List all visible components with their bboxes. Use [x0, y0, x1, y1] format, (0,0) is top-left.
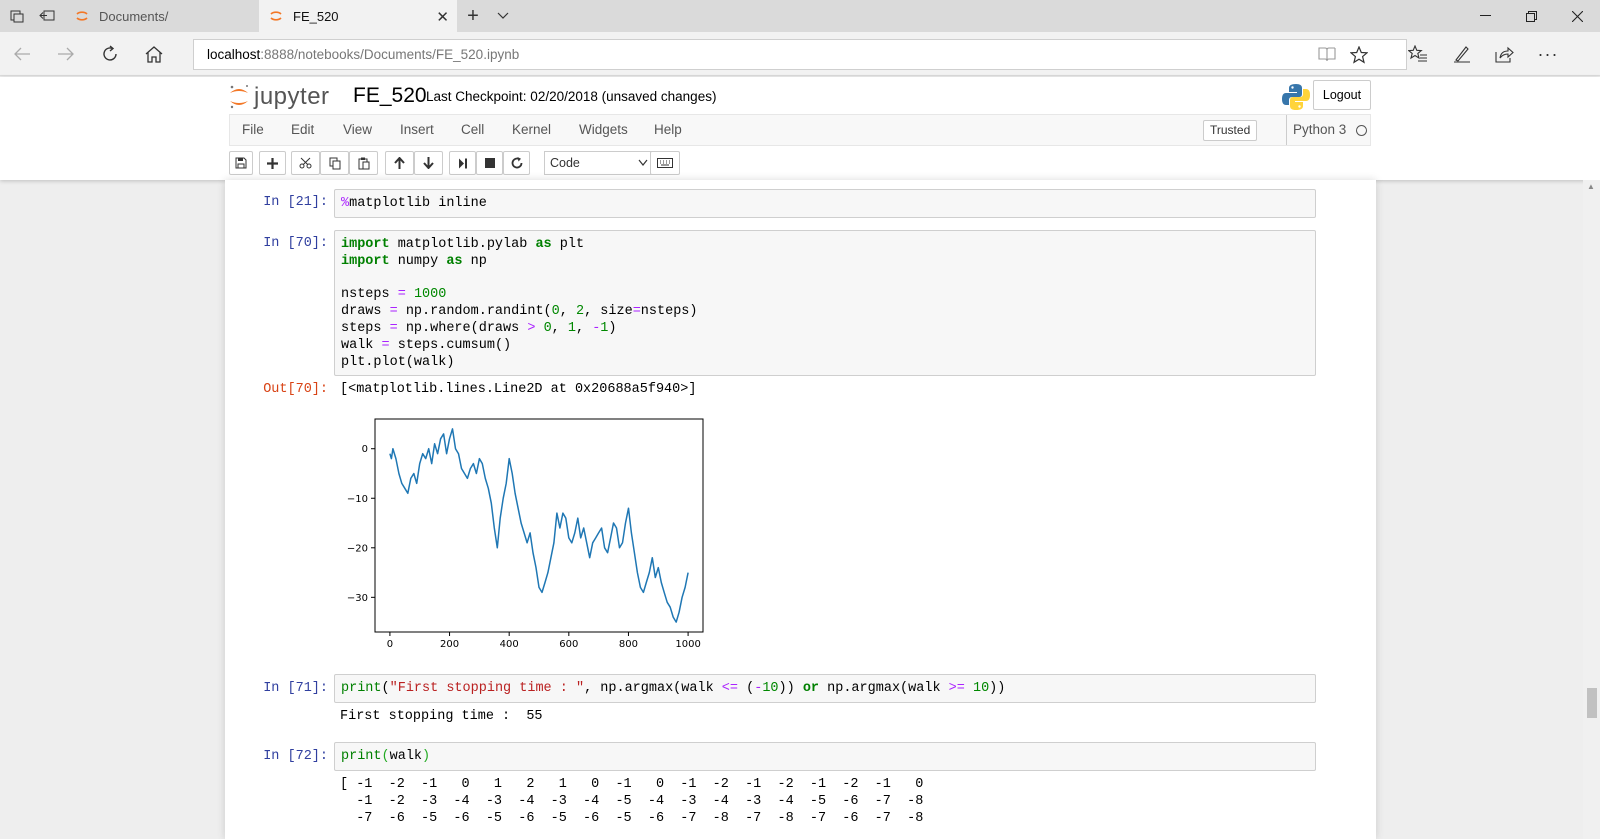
input-prompt: In [21]:: [263, 195, 328, 210]
home-icon[interactable]: [132, 32, 176, 76]
x-tick-label: 200: [440, 639, 459, 650]
tab-list-icon[interactable]: [2, 0, 32, 32]
back-icon[interactable]: [0, 32, 44, 76]
menu-view[interactable]: View: [343, 115, 372, 145]
x-tick-label: 800: [619, 639, 638, 650]
code-cell-input[interactable]: print(walk): [334, 742, 1316, 771]
python-logo-icon: [1282, 84, 1310, 110]
url-host: localhost: [207, 47, 261, 62]
menu-widgets[interactable]: Widgets: [579, 115, 628, 145]
tab-fe520[interactable]: FE_520 ✕: [259, 0, 457, 32]
code-cell-input[interactable]: %matplotlib inline: [334, 189, 1316, 218]
chevron-down-icon: [638, 152, 648, 183]
trusted-indicator[interactable]: Trusted: [1203, 120, 1258, 141]
pen-icon[interactable]: [1440, 32, 1484, 76]
menu-insert[interactable]: Insert: [400, 115, 434, 145]
input-prompt: In [72]:: [263, 749, 328, 764]
menu-cell[interactable]: Cell: [461, 115, 484, 145]
close-tab-icon[interactable]: ✕: [436, 8, 449, 26]
x-tick-label: 600: [559, 639, 578, 650]
random-walk-plot: 0 200 400 600 800 1000 0 −10 −20 −30: [340, 406, 720, 656]
restart-icon[interactable]: [503, 151, 530, 175]
code-block: import matplotlib.pylab as plt import nu…: [341, 237, 698, 370]
tab-title: Documents/: [99, 8, 169, 24]
browser-nav-bar: localhost:8888/notebooks/Documents/FE_52…: [0, 32, 1600, 76]
share-icon[interactable]: [1482, 32, 1526, 76]
page-scrollbar[interactable]: ▲: [1583, 180, 1600, 839]
close-window-icon[interactable]: [1554, 0, 1600, 32]
menu-file[interactable]: File: [242, 115, 264, 145]
x-tick-label: 1000: [675, 639, 700, 650]
kernel-status-icon: [1356, 125, 1367, 136]
menu-edit[interactable]: Edit: [291, 115, 314, 145]
scrollbar-thumb[interactable]: [1587, 688, 1597, 718]
menu-kernel[interactable]: Kernel: [512, 115, 551, 145]
stop-icon[interactable]: [476, 151, 503, 175]
array-output-line: -1 -2 -3 -4 -3 -4 -3 -4 -5 -4 -3 -4 -3 -…: [340, 794, 924, 809]
scroll-up-icon[interactable]: ▲: [1587, 182, 1595, 191]
minimize-icon[interactable]: [1462, 0, 1508, 32]
jupyter-logo[interactable]: jupyter: [228, 82, 330, 112]
input-prompt: In [71]:: [263, 681, 328, 696]
paste-icon[interactable]: [349, 151, 378, 175]
jupyter-logo-icon: [230, 85, 248, 109]
tab-dropdown-icon[interactable]: [488, 0, 518, 32]
back-tabs-icon[interactable]: [32, 0, 62, 32]
kernel-name: Python 3: [1286, 115, 1346, 145]
cut-icon[interactable]: [291, 151, 320, 175]
move-up-icon[interactable]: [385, 151, 414, 175]
code-line: %matplotlib inline: [341, 196, 487, 211]
forward-icon[interactable]: [44, 32, 88, 76]
notebook-name[interactable]: FE_520: [353, 84, 427, 108]
y-tick-label: −20: [347, 543, 368, 554]
copy-icon[interactable]: [320, 151, 349, 175]
tab-documents[interactable]: Documents/: [65, 0, 258, 32]
input-prompt: In [70]:: [263, 236, 328, 251]
address-bar[interactable]: localhost:8888/notebooks/Documents/FE_52…: [193, 39, 1407, 70]
run-icon[interactable]: [449, 151, 476, 175]
jupyter-tab-icon: [270, 11, 282, 21]
y-tick-label: 0: [362, 444, 368, 455]
more-icon[interactable]: ···: [1526, 32, 1570, 76]
favorites-hub-icon[interactable]: [1396, 32, 1440, 76]
code-line: print(walk): [341, 749, 431, 764]
code-line: print("First stopping time : ", np.argma…: [341, 681, 1006, 696]
code-cell-input[interactable]: print("First stopping time : ", np.argma…: [334, 674, 1316, 703]
keyboard-icon[interactable]: [650, 151, 680, 175]
checkpoint-status: Last Checkpoint: 02/20/2018 (unsaved cha…: [426, 89, 717, 104]
cell-type-value: Code: [550, 156, 580, 170]
favorite-star-icon[interactable]: [1350, 40, 1368, 69]
output-text: First stopping time : 55: [340, 709, 543, 724]
plot-background: [340, 406, 720, 656]
cell-type-select[interactable]: Code: [544, 151, 654, 175]
x-tick-label: 400: [500, 639, 519, 650]
add-cell-icon[interactable]: [259, 151, 286, 175]
array-output-line: -7 -6 -5 -6 -5 -6 -5 -6 -5 -6 -7 -8 -7 -…: [340, 811, 924, 826]
browser-tab-bar: Documents/ FE_520 ✕ +: [0, 0, 1600, 32]
jupyter-logo-text: jupyter: [254, 83, 330, 110]
array-output-line: [ -1 -2 -1 0 1 2 1 0 -1 0 -1 -2 -1 -2 -1…: [340, 777, 924, 792]
new-tab-icon[interactable]: +: [458, 0, 488, 32]
y-tick-label: −10: [347, 494, 368, 505]
jupyter-header: jupyter FE_520 Last Checkpoint: 02/20/20…: [0, 77, 1600, 180]
move-down-icon[interactable]: [414, 151, 443, 175]
notebook-container: In [21]: %matplotlib inline In [70]: imp…: [225, 180, 1376, 839]
refresh-icon[interactable]: [88, 32, 132, 76]
url-path: :8888/notebooks/Documents/FE_520.ipynb: [260, 47, 520, 62]
x-tick-label: 0: [387, 639, 393, 650]
save-icon[interactable]: [229, 151, 253, 175]
notebook-toolbar: Code: [229, 151, 1371, 179]
reading-view-icon[interactable]: [1318, 40, 1336, 69]
code-cell-input[interactable]: import matplotlib.pylab as plt import nu…: [334, 230, 1316, 376]
logout-button[interactable]: Logout: [1313, 80, 1371, 110]
tab-title: FE_520: [293, 8, 339, 24]
output-prompt: Out[70]:: [263, 382, 328, 397]
output-text: [<matplotlib.lines.Line2D at 0x20688a5f9…: [340, 382, 697, 397]
restore-icon[interactable]: [1508, 0, 1554, 32]
jupyter-tab-icon: [76, 11, 88, 21]
menu-help[interactable]: Help: [654, 115, 682, 145]
y-tick-label: −30: [347, 593, 368, 604]
menu-bar: File Edit View Insert Cell Kernel Widget…: [229, 114, 1371, 146]
